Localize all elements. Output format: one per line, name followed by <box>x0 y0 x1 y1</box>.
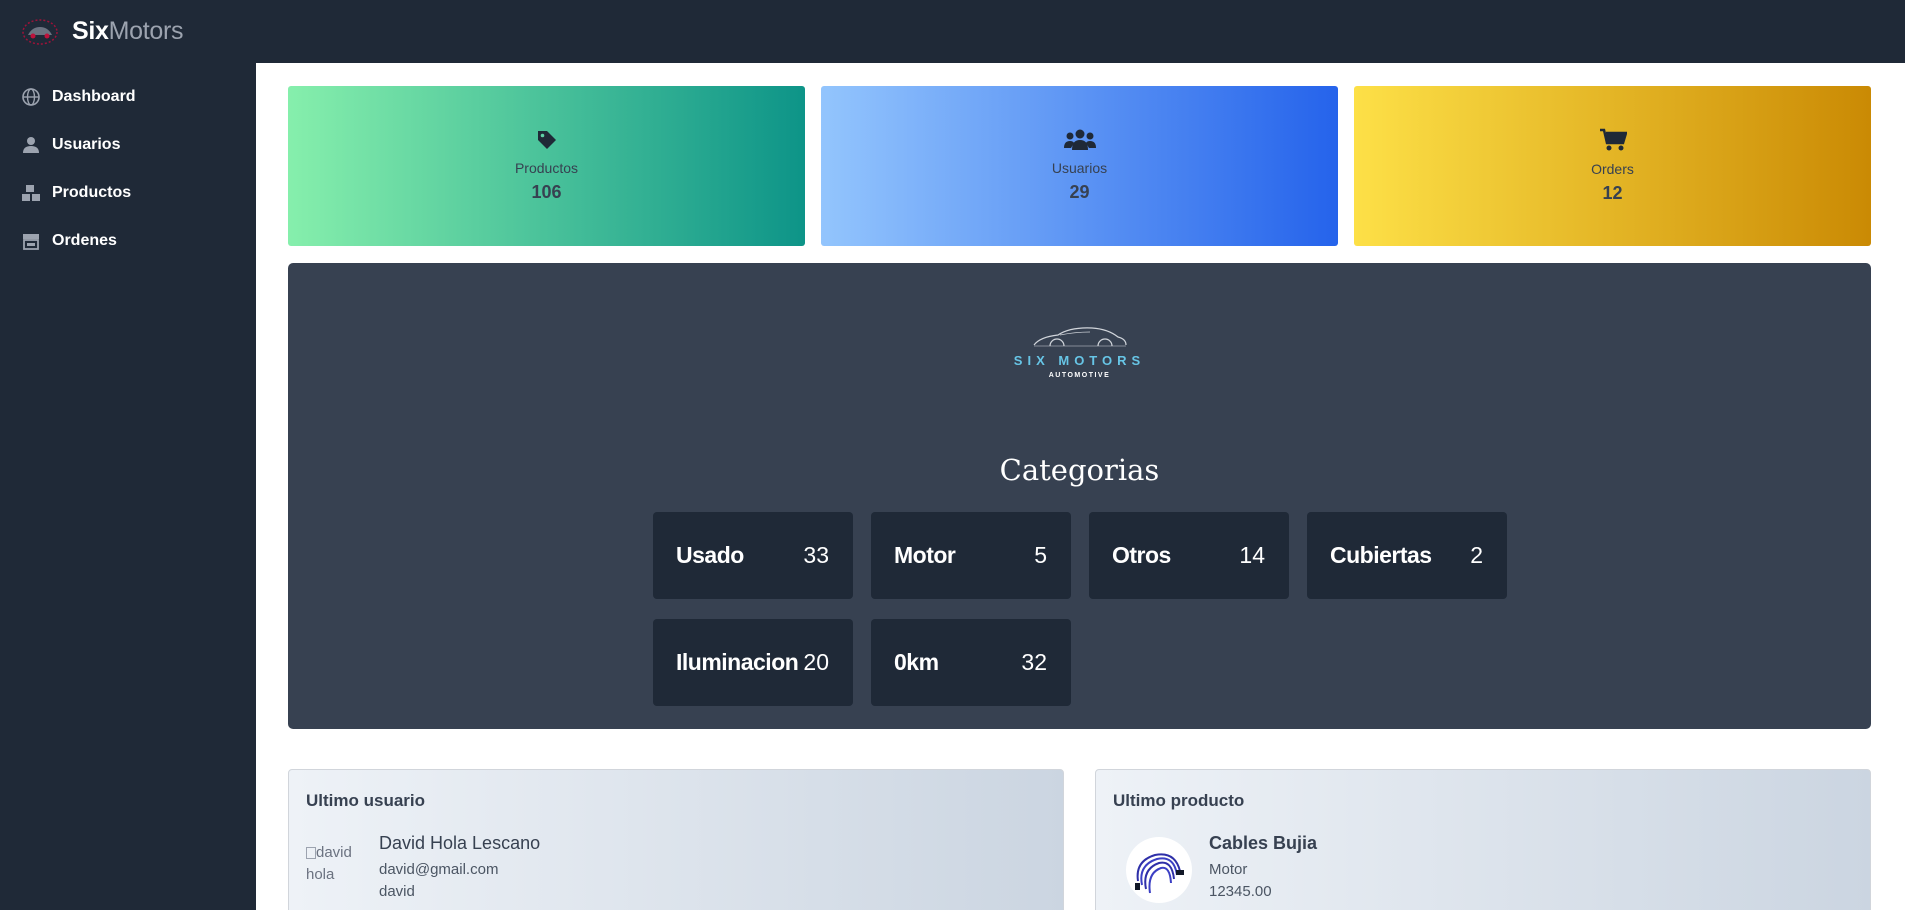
sidebar-item-label: Ordenes <box>52 232 117 249</box>
card-title: Ultimo usuario <box>306 791 426 810</box>
brand-name-part2: Motors <box>108 17 184 45</box>
sidebar: Dashboard Usuarios Productos Ordenes <box>0 63 256 910</box>
last-user-card: Ultimo usuario david hola David Hola Les… <box>288 769 1064 910</box>
top-bar: SixMotors <box>0 0 1905 63</box>
stat-value: 106 <box>531 182 562 202</box>
main-content: Productos 106 Usuarios 29 Orders 12 SIX … <box>256 63 1905 910</box>
user-name: David Hola Lescano <box>379 833 541 853</box>
stat-value: 12 <box>1602 183 1623 203</box>
brand-logo-icon[interactable] <box>20 14 60 50</box>
last-product-card: Ultimo producto Cables Bujia Motor 12345… <box>1095 769 1871 910</box>
product-price: 12345.00 <box>1209 883 1272 900</box>
stat-card-productos[interactable]: Productos 106 <box>288 86 805 246</box>
category-count: 2 <box>1470 542 1483 568</box>
avatar: david hola <box>306 842 362 898</box>
brand-name-part1: Six <box>72 17 109 45</box>
category-card-cubiertas[interactable]: Cubiertas 2 <box>1307 512 1507 599</box>
cart-icon <box>1599 128 1628 157</box>
stat-label: Orders <box>1591 161 1634 177</box>
sidebar-item-label: Usuarios <box>52 136 121 153</box>
stat-value: 29 <box>1069 182 1090 202</box>
sidebar-item-usuarios[interactable]: Usuarios <box>0 121 256 169</box>
stat-label: Usuarios <box>1051 160 1108 176</box>
tag-icon <box>536 129 558 156</box>
sidebar-item-label: Productos <box>52 184 132 201</box>
category-count: 32 <box>1021 649 1047 675</box>
product-category: Motor <box>1209 861 1248 878</box>
card-title: Ultimo producto <box>1113 791 1245 810</box>
sidebar-item-productos[interactable]: Productos <box>0 169 256 217</box>
car-silhouette-icon <box>1033 327 1127 347</box>
globe-icon <box>20 86 42 108</box>
category-count: 5 <box>1034 542 1047 568</box>
category-card-0km[interactable]: 0km 32 <box>871 619 1071 706</box>
product-image <box>1126 837 1192 903</box>
sidebar-item-label: Dashboard <box>52 88 136 105</box>
broken-image-icon <box>306 847 316 860</box>
product-name: Cables Bujia <box>1209 833 1318 853</box>
category-count: 33 <box>803 542 829 568</box>
category-name: Usado <box>676 542 744 568</box>
category-card-usado[interactable]: Usado 33 <box>653 512 853 599</box>
category-name: Otros <box>1112 542 1171 568</box>
logo-subtitle: AUTOMOTIVE <box>1048 372 1111 379</box>
users-icon <box>1063 129 1096 156</box>
category-card-motor[interactable]: Motor 5 <box>871 512 1071 599</box>
category-name: 0km <box>894 649 939 675</box>
logo-title: SIX MOTORS <box>1013 353 1146 368</box>
brand-name[interactable]: SixMotors <box>72 17 184 46</box>
category-name: Cubiertas <box>1330 542 1432 568</box>
user-username: david <box>379 883 415 900</box>
user-icon <box>20 134 42 156</box>
category-count: 20 <box>803 649 829 675</box>
boxes-icon <box>20 182 42 204</box>
sidebar-item-dashboard[interactable]: Dashboard <box>0 73 256 121</box>
user-email: david@gmail.com <box>379 861 499 878</box>
spark-plug-cables-icon <box>1135 853 1184 894</box>
category-card-iluminacion[interactable]: Iluminacion 20 <box>653 619 853 706</box>
six-motors-logo: SIX MOTORS AUTOMOTIVE <box>288 323 1871 379</box>
stat-card-orders[interactable]: Orders 12 <box>1354 86 1871 246</box>
category-count: 14 <box>1239 542 1265 568</box>
sidebar-item-ordenes[interactable]: Ordenes <box>0 217 256 265</box>
category-name: Iluminacion <box>676 649 799 675</box>
category-name: Motor <box>894 542 956 568</box>
categories-title: Categorias <box>999 453 1160 487</box>
category-card-otros[interactable]: Otros 14 <box>1089 512 1289 599</box>
store-icon <box>20 230 42 252</box>
categories-panel: SIX MOTORS AUTOMOTIVE Categorias Usado 3… <box>288 263 1871 729</box>
stat-card-usuarios[interactable]: Usuarios 29 <box>821 86 1338 246</box>
stat-label: Productos <box>514 160 579 176</box>
